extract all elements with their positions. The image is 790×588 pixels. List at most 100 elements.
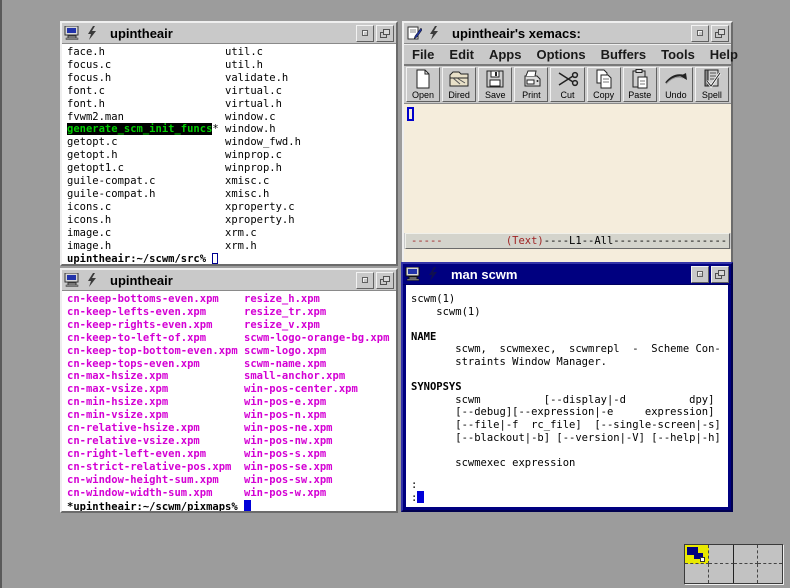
menu-item-buffers[interactable]: Buffers [601,47,647,62]
menu-item-help[interactable]: Help [710,47,738,62]
menu-item-apps[interactable]: Apps [489,47,522,62]
toolbar-button-spell[interactable]: Spell [695,67,729,102]
pager-mini-window [700,557,705,562]
toolbar-button-label: Print [522,90,541,100]
toolbar-button-open[interactable]: Open [406,67,440,102]
copy-pages-icon [595,68,613,90]
file-row: cn-keep-tops-even.xpm scwm-name.xpm [67,358,396,371]
man-page-content[interactable]: scwm(1) scwm(1) NAME scwm, scwmexec, scw… [406,285,728,507]
maximize-button[interactable] [691,266,709,283]
desktop-pager [684,544,783,584]
lightning-icon[interactable] [423,265,443,284]
pager-cell[interactable] [685,564,709,583]
file-row: cn-keep-bottoms-even.xpm resize_h.xpm [67,293,396,306]
titlebar-terminal-src[interactable]: upintheair [62,23,396,44]
pager-cell-active[interactable] [685,545,709,564]
window-terminal-pixmaps: upintheair cn-keep-bottoms-even.xpm resi… [60,268,398,513]
file-row: getopt.c window_fwd.h [67,136,396,149]
terminal-output-src[interactable]: face.h util.cfocus.c util.hfocus.h valid… [62,44,396,264]
man-line [411,369,728,382]
file-row: cn-window-width-sum.xpm win-pos-w.xpm [67,487,396,500]
shell-prompt: upintheair:~/scwm/src% [67,253,212,265]
xemacs-modeline[interactable]: ----- (Text)----L1--All-----------------… [405,233,730,249]
toolbar-button-label: Spell [702,90,722,100]
lightning-icon[interactable] [424,24,444,43]
xemacs-document-pen-icon[interactable] [404,24,424,43]
file-row: cn-max-hsize.xpm small-anchor.xpm [67,370,396,383]
pager-cell[interactable] [734,564,758,583]
window-xemacs: upintheair's xemacs: File Edit Apps Options… [402,21,733,264]
toolbar-button-cut[interactable]: Cut [550,67,584,102]
pager-cell[interactable] [734,545,758,564]
file-row: icons.c xproperty.c [67,201,396,214]
menu-item-tools[interactable]: Tools [661,47,695,62]
maximize-button[interactable] [691,25,709,42]
terminal-cursor [244,500,251,512]
modeline-status: ----L1--All------------------------ [544,235,730,247]
lightning-icon[interactable] [82,271,102,290]
save-floppy-icon [486,68,504,90]
dired-folder-icon [448,68,470,90]
toolbar-button-undo[interactable]: Undo [659,67,693,102]
maximize-button[interactable] [356,272,374,289]
xemacs-menubar: FileEditAppsOptionsBuffersToolsHelp [404,44,731,66]
computer-icon[interactable] [62,24,82,43]
file-row: getopt.h winprop.c [67,149,396,162]
toolbar-button-label: Copy [593,90,614,100]
file-row: font.c virtual.c [67,85,396,98]
file-row: icons.h xproperty.h [67,214,396,227]
shade-button[interactable] [376,272,394,289]
pager-cell[interactable] [758,564,782,583]
toolbar-button-print[interactable]: Print [514,67,548,102]
toolbar-button-label: Cut [560,90,574,100]
window-title: upintheair [110,273,356,288]
file-row: fvwm2.man window.c [67,111,396,124]
xemacs-buffer-area[interactable] [404,104,731,233]
screen-edge [0,0,2,588]
toolbar-button-label: Dired [448,90,470,100]
titlebar-terminal-pixmaps[interactable]: upintheair [62,270,396,291]
window-title: upintheair [110,26,356,41]
file-row: cn-min-vsize.xpm win-pos-n.xpm [67,409,396,422]
file-row: cn-relative-vsize.xpm win-pos-nw.xpm [67,435,396,448]
titlebar-man-scwm[interactable]: man scwm [403,264,731,285]
file-row: image.c xrm.c [67,227,396,240]
man-line [411,318,728,331]
shade-button[interactable] [711,266,729,283]
paste-clipboard-icon [631,68,649,90]
file-row: generate_scm_init_funcs* window.h [67,123,396,136]
toolbar-button-dired[interactable]: Dired [442,67,476,102]
pager-cell[interactable] [709,564,733,583]
menu-item-options[interactable]: Options [536,47,585,62]
toolbar-button-paste[interactable]: Paste [623,67,657,102]
terminal-cursor [212,253,218,264]
maximize-button[interactable] [356,25,374,42]
toolbar-button-copy[interactable]: Copy [587,67,621,102]
titlebar-xemacs[interactable]: upintheair's xemacs: [404,23,731,44]
shade-button[interactable] [711,25,729,42]
file-row: cn-keep-to-left-of.xpm scwm-logo-orange-… [67,332,396,345]
man-line: scwm [--display|-d dpy] [411,394,728,407]
computer-icon[interactable] [62,271,82,290]
file-row: face.h util.c [67,46,396,59]
computer-icon[interactable] [403,265,423,284]
toolbar-button-save[interactable]: Save [478,67,512,102]
file-row: image.h xrm.h [67,240,396,253]
pager-cell[interactable] [709,545,733,564]
xemacs-echo-area [404,249,731,262]
window-terminal-src: upintheair face.h util.cfocus.c util.hfo… [60,21,398,266]
cut-scissors-icon [555,68,579,90]
shade-button[interactable] [376,25,394,42]
lightning-icon[interactable] [82,24,102,43]
modeline-dashes: ----- [411,235,443,247]
undo-arrow-icon [664,68,688,90]
menu-item-file[interactable]: File [412,47,434,62]
pager-prompt: :: [411,479,728,505]
pager-cell[interactable] [758,545,782,564]
menu-item-edit[interactable]: Edit [449,47,474,62]
window-title: upintheair's xemacs: [452,26,691,41]
toolbar-button-label: Paste [628,90,651,100]
window-man-scwm: man scwm scwm(1) scwm(1) NAME scwm, scwm… [401,262,733,512]
terminal-output-pixmaps[interactable]: cn-keep-bottoms-even.xpm resize_h.xpm cn-… [62,291,396,511]
file-row: guile-compat.c xmisc.c [67,175,396,188]
